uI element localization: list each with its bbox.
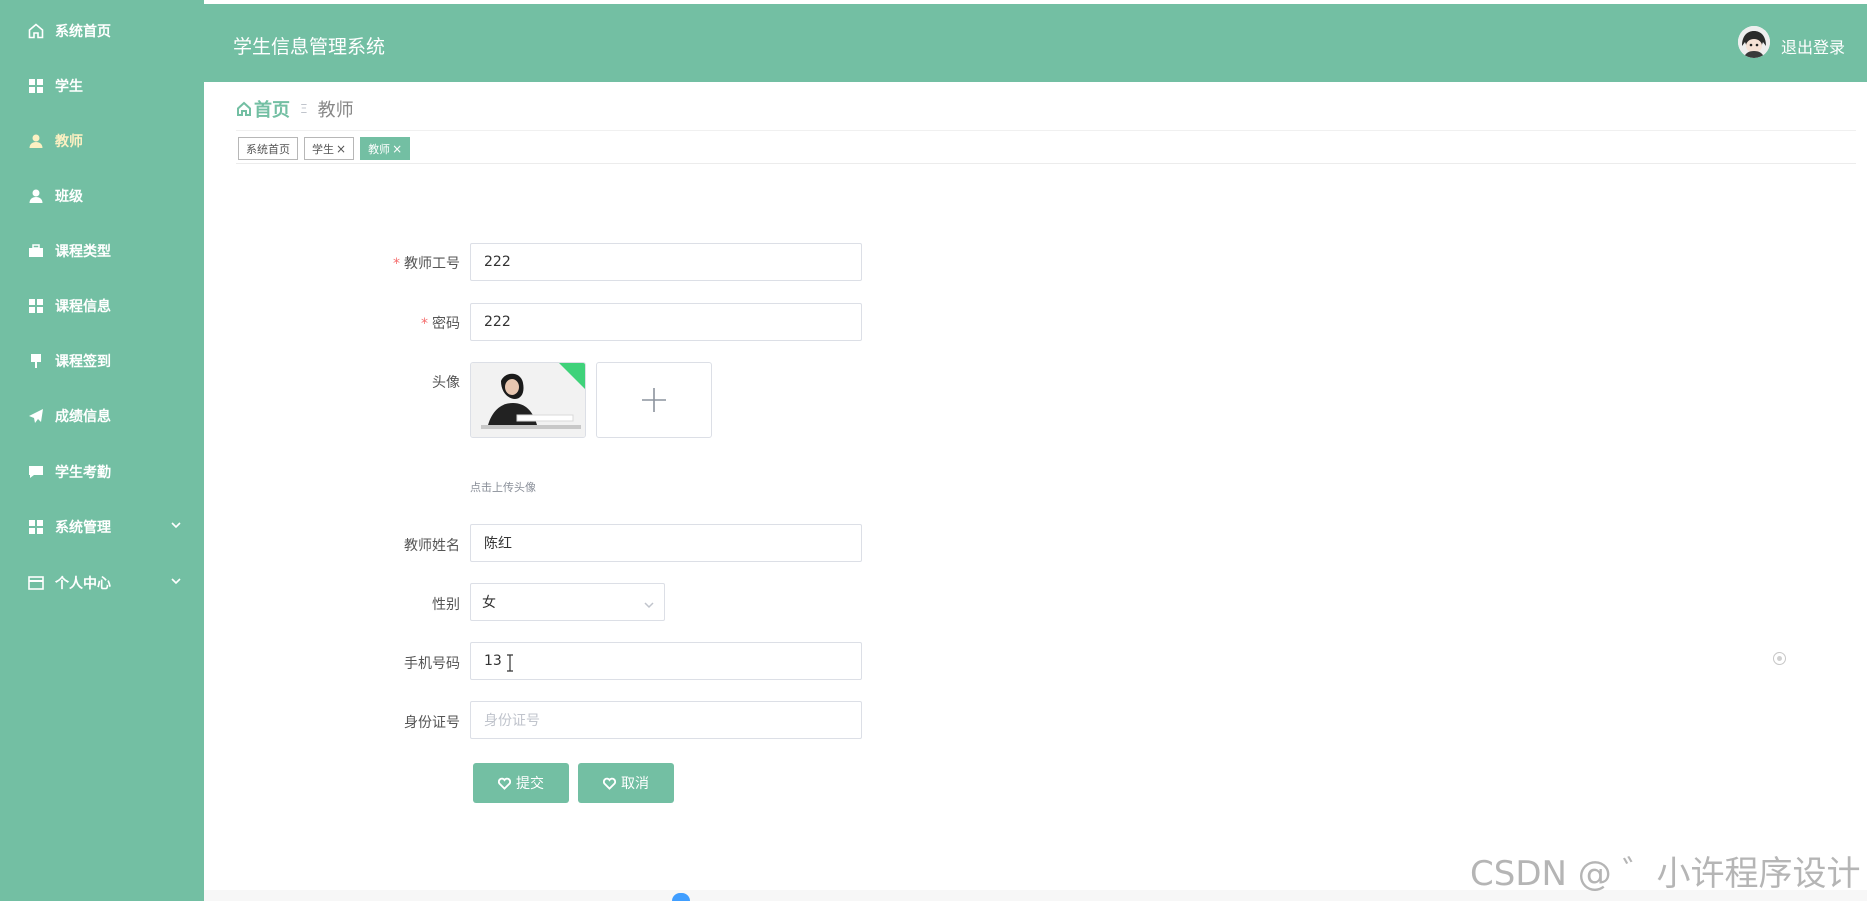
card-icon xyxy=(27,574,45,592)
sidebar-item-course-types[interactable]: 课程类型 xyxy=(0,234,204,268)
send-icon xyxy=(27,407,45,425)
teacher-id-label: * 教师工号 xyxy=(393,256,460,272)
user-icon xyxy=(27,132,45,150)
sidebar-item-label: 学生 xyxy=(55,79,83,95)
briefcase-icon xyxy=(27,242,45,260)
breadcrumb: 首页 Ξ 教师 xyxy=(236,96,354,122)
sidebar-item-label: 班级 xyxy=(55,189,83,205)
sidebar-item-grades[interactable]: 成绩信息 xyxy=(0,399,204,433)
divider xyxy=(236,163,1856,164)
pin-icon xyxy=(27,352,45,370)
cancel-label: 取消 xyxy=(621,776,649,792)
phone-label: 手机号码 xyxy=(404,656,460,672)
heart-icon xyxy=(498,777,511,790)
sidebar-item-teachers[interactable]: 教师 xyxy=(0,124,204,158)
gender-select[interactable]: 女 xyxy=(470,583,665,621)
submit-button[interactable]: 提交 xyxy=(473,763,569,803)
settings-dot-icon[interactable] xyxy=(1773,652,1786,665)
comment-icon xyxy=(27,463,45,481)
avatar[interactable] xyxy=(1738,26,1770,58)
chevron-down-icon xyxy=(644,598,654,609)
name-input[interactable]: 陈红 xyxy=(470,524,862,562)
text-cursor-icon xyxy=(507,654,513,672)
avatar-thumbnail[interactable] xyxy=(470,362,586,438)
sidebar-item-label: 课程类型 xyxy=(55,244,111,260)
sidebar-item-label: 课程签到 xyxy=(55,354,111,370)
chevron-down-icon xyxy=(170,575,186,591)
sidebar-item-label: 成绩信息 xyxy=(55,409,111,425)
sidebar-item-label: 教师 xyxy=(55,134,83,150)
sidebar-item-label: 课程信息 xyxy=(55,299,111,315)
grid-icon xyxy=(27,297,45,315)
sidebar-item-label: 学生考勤 xyxy=(55,465,111,481)
phone-input[interactable]: 13 xyxy=(470,642,862,680)
tag-teachers[interactable]: 教师 × xyxy=(360,137,411,160)
sidebar-item-system-management[interactable]: 系统管理 xyxy=(0,510,204,544)
divider xyxy=(236,130,1856,131)
heart-icon xyxy=(603,777,616,790)
close-icon[interactable]: × xyxy=(392,142,402,156)
tag-label: 教师 xyxy=(368,142,391,156)
avatar-upload-button[interactable] xyxy=(596,362,712,438)
breadcrumb-current: 教师 xyxy=(317,100,354,121)
home-icon xyxy=(237,101,251,116)
plus-icon xyxy=(642,388,666,412)
scroll-indicator[interactable] xyxy=(672,893,690,901)
chevron-down-icon xyxy=(170,519,186,535)
gender-value: 女 xyxy=(482,595,496,611)
tag-home[interactable]: 系统首页 xyxy=(238,137,298,160)
sidebar-item-label: 系统管理 xyxy=(55,520,111,536)
tag-students[interactable]: 学生 × xyxy=(304,137,355,160)
name-label: 教师姓名 xyxy=(404,538,460,554)
close-icon[interactable]: × xyxy=(336,142,346,156)
app-title: 学生信息管理系统 xyxy=(233,36,386,58)
breadcrumb-separator: Ξ xyxy=(300,102,308,116)
user-icon xyxy=(27,187,45,205)
tag-label: 系统首页 xyxy=(246,142,290,156)
cancel-button[interactable]: 取消 xyxy=(578,763,674,803)
grid-icon xyxy=(27,518,45,536)
breadcrumb-home[interactable]: 首页 xyxy=(236,96,290,122)
submit-label: 提交 xyxy=(516,776,544,792)
home-icon xyxy=(27,22,45,40)
teacher-id-input[interactable]: 222 xyxy=(470,243,862,281)
sidebar-item-label: 个人中心 xyxy=(55,576,111,592)
gender-label: 性别 xyxy=(432,597,460,613)
breadcrumb-home-label: 首页 xyxy=(254,100,290,121)
sidebar-item-attendance[interactable]: 学生考勤 xyxy=(0,455,204,489)
sidebar: 系统首页 学生 教师 班级 课程类型 课程信息 课程签到 成绩信息 学生考勤 系… xyxy=(0,0,204,901)
tags-view: 系统首页 学生 × 教师 × xyxy=(238,137,416,160)
password-label: * 密码 xyxy=(421,316,460,332)
password-input[interactable]: 222 xyxy=(470,303,862,341)
avatar-upload-hint: 点击上传头像 xyxy=(470,481,536,494)
avatar-label: 头像 xyxy=(432,375,460,391)
id-card-label: 身份证号 xyxy=(404,715,460,731)
logout-button[interactable]: 退出登录 xyxy=(1781,34,1845,58)
grid-icon xyxy=(27,77,45,95)
sidebar-item-course-signin[interactable]: 课程签到 xyxy=(0,344,204,378)
watermark: CSDN @ ゛小许程序设计 xyxy=(1470,854,1861,894)
id-card-input[interactable]: 身份证号 xyxy=(470,701,862,739)
sidebar-item-personal-center[interactable]: 个人中心 xyxy=(0,566,204,600)
sidebar-item-course-info[interactable]: 课程信息 xyxy=(0,289,204,323)
sidebar-item-students[interactable]: 学生 xyxy=(0,69,204,103)
sidebar-item-classes[interactable]: 班级 xyxy=(0,179,204,213)
sidebar-item-label: 系统首页 xyxy=(55,24,111,40)
tag-label: 学生 xyxy=(312,142,334,156)
top-header: 学生信息管理系统 退出登录 xyxy=(204,4,1867,82)
sidebar-item-home[interactable]: 系统首页 xyxy=(0,14,204,48)
